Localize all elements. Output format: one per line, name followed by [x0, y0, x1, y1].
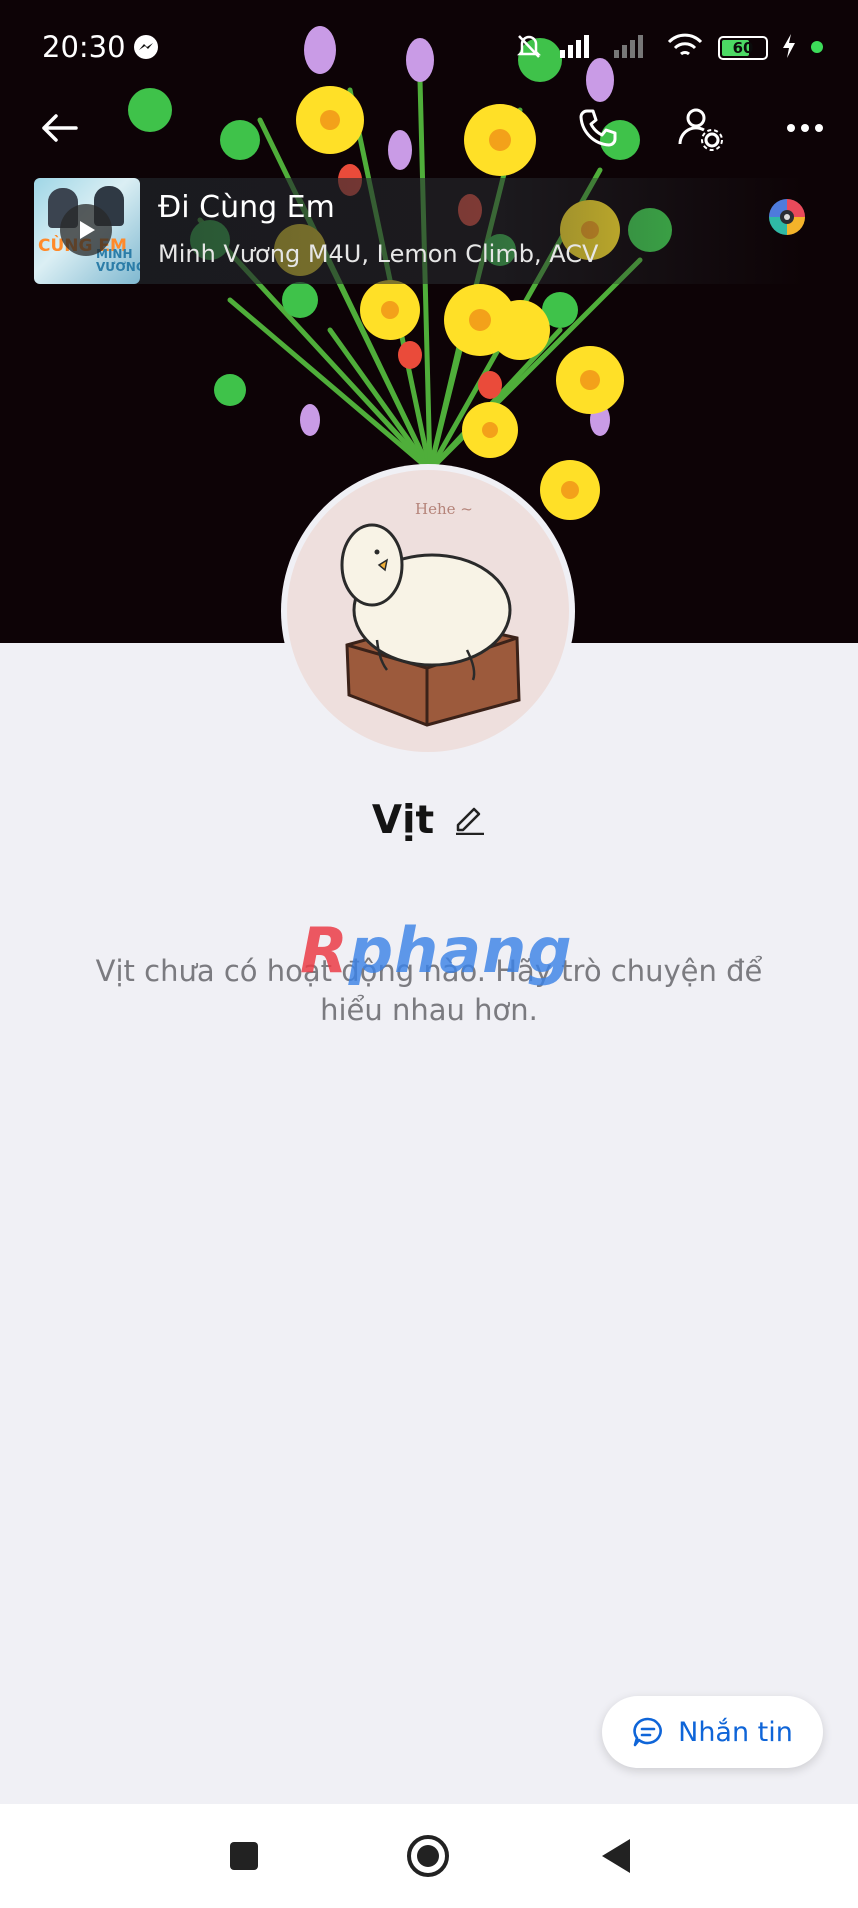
square-icon — [230, 1842, 258, 1870]
song-artists: Minh Vương M4U, Lemon Climb, ACV — [158, 240, 599, 268]
profile-music-card[interactable]: CÙNG EM MINH VƯƠNG Đi Cùng Em Minh Vương… — [34, 178, 807, 284]
signal-weak-icon — [612, 32, 652, 64]
album-text-right: MINH VƯƠNG — [96, 247, 140, 274]
bell-muted-icon — [514, 31, 544, 65]
play-icon — [80, 221, 95, 239]
album-art: CÙNG EM MINH VƯƠNG — [34, 178, 140, 284]
arrow-left-icon — [42, 114, 78, 142]
back-button[interactable] — [28, 96, 92, 160]
system-back-button[interactable] — [586, 1826, 646, 1886]
avatar[interactable]: Hehe ~ — [281, 464, 575, 758]
pencil-icon — [456, 807, 485, 836]
triangle-back-icon — [602, 1839, 630, 1873]
message-button[interactable]: Nhắn tin — [602, 1696, 823, 1768]
status-time: 20:30 — [42, 30, 126, 64]
status-icons: 60 — [514, 30, 824, 66]
recent-apps-button[interactable] — [214, 1826, 274, 1886]
call-button[interactable] — [566, 96, 630, 160]
green-dot-icon — [810, 39, 824, 58]
battery-icon: 60 — [718, 36, 768, 60]
profile-settings-button[interactable] — [668, 96, 732, 160]
signal-icon — [558, 32, 598, 64]
messenger-icon — [132, 33, 160, 65]
home-button[interactable] — [398, 1826, 458, 1886]
phone-icon — [579, 109, 617, 147]
chat-bubble-icon — [633, 1717, 663, 1747]
battery-level: 60 — [732, 39, 754, 57]
play-button[interactable] — [60, 204, 112, 256]
status-bar: 20:30 60 — [0, 0, 858, 96]
wifi-icon — [666, 32, 704, 64]
music-disc-icon[interactable] — [767, 197, 807, 237]
watermark: Rphang — [300, 914, 573, 987]
system-navigation-bar — [0, 1804, 858, 1908]
more-button[interactable] — [773, 96, 837, 160]
message-button-label: Nhắn tin — [678, 1716, 793, 1748]
edit-name-button[interactable] — [452, 801, 486, 839]
charging-icon — [782, 34, 796, 62]
profile-name-row: Vịt — [0, 790, 858, 850]
circle-home-icon — [407, 1835, 449, 1877]
profile-name: Vịt — [371, 797, 435, 843]
more-horizontal-icon — [787, 124, 823, 132]
song-title: Đi Cùng Em — [158, 190, 335, 225]
user-settings-icon — [678, 108, 723, 151]
avatar-caption: Hehe ~ — [415, 500, 473, 518]
